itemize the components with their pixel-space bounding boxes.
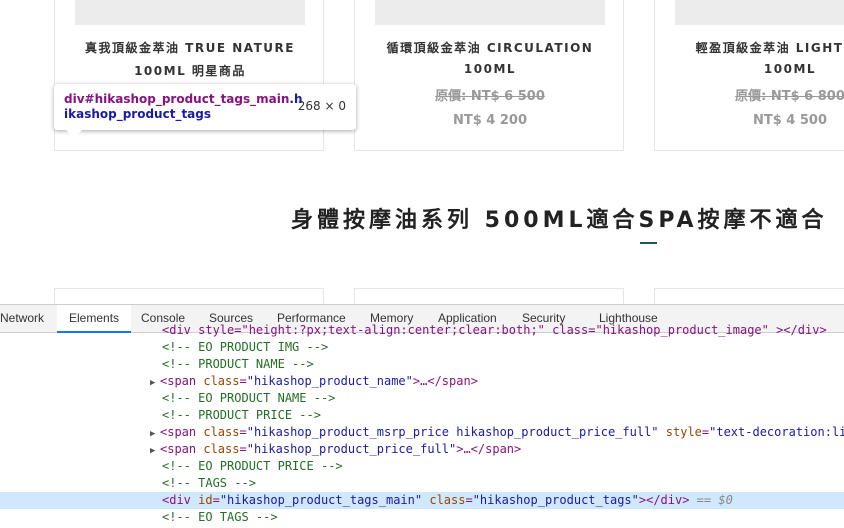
dom-comment: <!-- TAGS --> [162, 476, 256, 490]
dom-tag: <span [160, 374, 204, 388]
product-card[interactable] [354, 288, 624, 304]
dom-comment: <!-- PRODUCT PRICE --> [162, 408, 321, 422]
product-name[interactable]: 輕盈頂級金萃油 LIGHTNESS [655, 39, 844, 56]
dom-attr-value: "hikashop_product_msrp_price hikashop_pr… [246, 425, 659, 439]
product-name[interactable]: 真我頂級金萃油 TRUE NATURE [55, 39, 323, 56]
expand-triangle-icon: ▶ [150, 378, 156, 388]
product-image[interactable] [375, 0, 605, 25]
dom-node-line[interactable]: <!-- EO PRODUCT PRICE --> [0, 458, 844, 475]
expand-triangle-icon: ▶ [150, 429, 156, 439]
title-underline [640, 242, 657, 244]
dom-eq: = [465, 493, 473, 507]
dom-attr-name: class [203, 425, 240, 439]
dom-node-selected[interactable]: <div id="hikashop_product_tags_main" cla… [0, 492, 844, 509]
dom-tag: <span [160, 442, 204, 456]
dom-attr-name: class [203, 374, 240, 388]
product-name[interactable]: 循環頂級金萃油 CIRCULATION [355, 39, 623, 56]
dom-attr-value: "text-decoration:line-through;" [709, 425, 844, 439]
dom-node-line[interactable]: ▶ <span class="hikashop_product_price_ful… [0, 441, 844, 458]
product-card-circulation[interactable]: 循環頂級金萃油 CIRCULATION 100ML 原價: NT$ 6 500 … [354, 0, 624, 151]
product-msrp-price: 原價: NT$ 6 800 [735, 89, 844, 104]
product-price: NT$ 4 500 [752, 113, 828, 128]
dom-eq: = [212, 493, 220, 507]
dom-node-line[interactable]: <!-- EO PRODUCT NAME --> [0, 390, 844, 407]
dom-comment: <!-- EO PRODUCT IMG --> [162, 340, 329, 354]
dom-attr-name: class [429, 493, 466, 507]
devtools-panel: Network Elements Console Sources Perform… [0, 304, 844, 528]
tooltip-arrow [66, 130, 82, 138]
webpage-viewport: 真我頂級金萃油 TRUE NATURE 100ML 明星商品 循環頂級金萃油 C… [0, 0, 844, 304]
product-image[interactable] [675, 0, 844, 25]
dom-node-line[interactable]: ▶ <span class="hikashop_product_msrp_pric… [0, 424, 844, 441]
dom-tag-close: >…</span> [412, 374, 478, 388]
dom-attr-value: "hikashop_product_price_full" [246, 442, 457, 456]
dom-comment: <!-- EO PRODUCT NAME --> [162, 391, 336, 405]
product-card[interactable] [654, 288, 844, 304]
dom-comment: <!-- EO PRODUCT PRICE --> [162, 459, 343, 473]
dom-attr-value: "hikashop_product_name" [246, 374, 413, 388]
dom-node-line[interactable]: <div style="height:?px;text-align:center… [0, 322, 844, 339]
dom-attr-value: "hikashop_product_tags_main" [219, 493, 423, 507]
dom-node-line[interactable]: <!-- PRODUCT PRICE --> [0, 407, 844, 424]
dom-eq: = [239, 425, 247, 439]
dom-node-line[interactable]: ▶ <span class="hikashop_product_name">…</… [0, 373, 844, 390]
dom-eq: = [239, 442, 247, 456]
product-volume: 100ML [463, 62, 517, 76]
tooltip-dimensions: 268 × 0 [297, 99, 346, 113]
dom-attr-value: "hikashop_product_tags" [472, 493, 639, 507]
product-msrp-price: 原價: NT$ 6 500 [435, 89, 545, 104]
dom-comment: <!-- PRODUCT NAME --> [162, 357, 314, 371]
product-price: NT$ 4 200 [452, 113, 528, 128]
product-volume: 100ML 明星商品 [134, 64, 246, 78]
elements-dom-tree[interactable]: <div style="height:?px;text-align:center… [0, 323, 844, 528]
product-volume: 100ML [763, 62, 817, 76]
dom-attr-name: id [198, 493, 213, 507]
product-card[interactable] [54, 288, 324, 304]
dom-tag-close: >…</span> [456, 442, 522, 456]
dom-tag: <div [162, 493, 199, 507]
element-inspect-tooltip: div#hikashop_product_tags_main.hikashop_… [54, 84, 356, 138]
dom-attr-name: class [203, 442, 240, 456]
dom-eq: = [239, 374, 247, 388]
dom-selected-marker: == $0 [689, 493, 733, 507]
dom-comment: <!-- EO TAGS --> [162, 510, 278, 524]
dom-node-line[interactable]: <!-- PRODUCT NAME --> [0, 356, 844, 373]
dom-tag: <span [160, 425, 204, 439]
dom-node-line[interactable]: <!-- EO PRODUCT IMG --> [0, 339, 844, 356]
expand-triangle-icon: ▶ [150, 446, 156, 456]
tooltip-selector: div#hikashop_product_tags_main.hikashop_… [64, 92, 304, 122]
dom-partial: <div style="height:?px;text-align:center… [162, 323, 827, 337]
product-image[interactable] [75, 0, 305, 25]
tooltip-tag: div#hikashop_product_tags_main [64, 92, 290, 106]
dom-attr-name: style [665, 425, 702, 439]
dom-space [659, 425, 666, 439]
dom-node-line[interactable]: <!-- TAGS --> [0, 475, 844, 492]
section-title: 身體按摩油系列 500ML適合SPA按摩不適合 [291, 208, 828, 233]
product-card-lightness[interactable]: 輕盈頂級金萃油 LIGHTNESS 100ML 原價: NT$ 6 800 NT… [654, 0, 844, 151]
dom-tag-close: ></div> [638, 493, 690, 507]
dom-node-line[interactable]: <!-- EO TAGS --> [0, 509, 844, 526]
